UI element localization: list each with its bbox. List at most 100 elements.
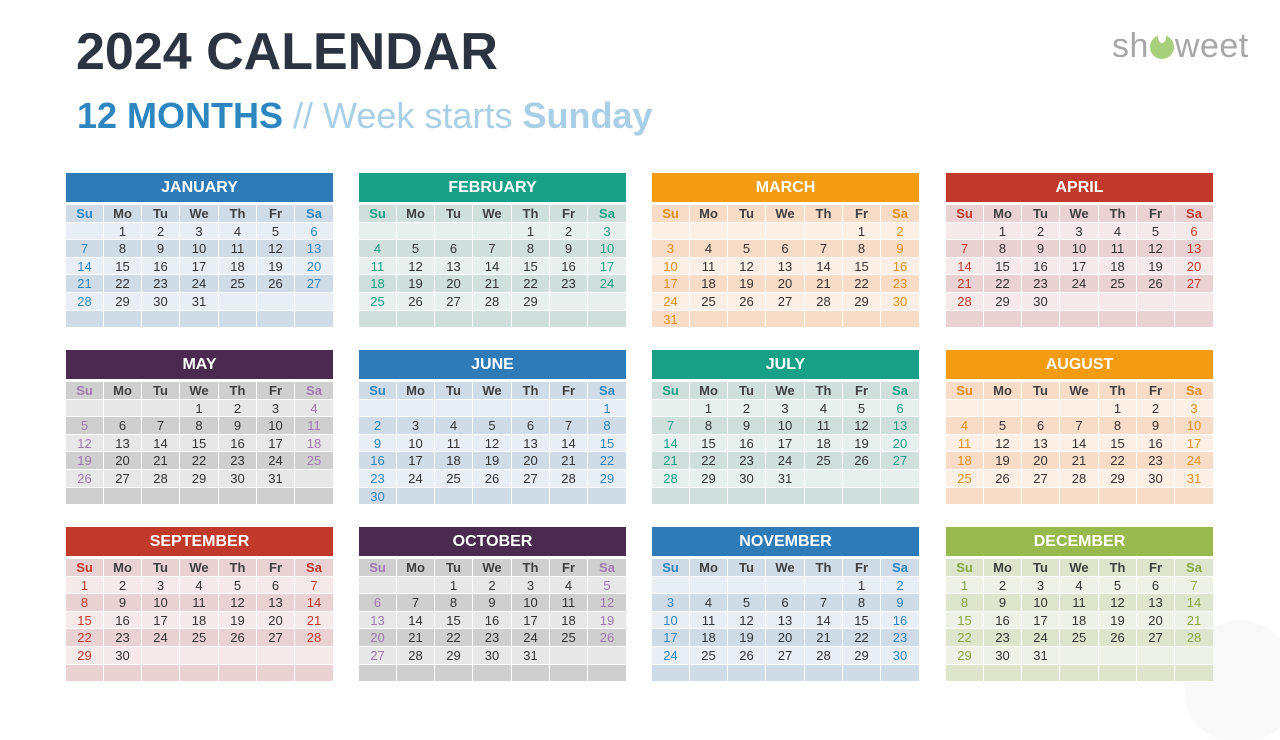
weekday-header: Fr: [1137, 205, 1175, 223]
empty-cell: [946, 664, 984, 683]
month-august: AUGUST Su Mo Tu We Th Fr Sa 1 2 3 4 5 6 7 8 9 10 11 12 13 14 1…: [946, 350, 1213, 506]
empty-cell: [805, 576, 843, 595]
day-cell: 7: [1060, 417, 1099, 435]
day-cell: 28: [295, 629, 333, 647]
weekday-header: Th: [219, 205, 257, 223]
day-cell: 23: [219, 452, 257, 470]
weekday-header: Su: [66, 559, 104, 577]
day-cell: 19: [588, 611, 626, 630]
day-cell: 5: [588, 576, 626, 595]
day-cell: 17: [588, 257, 626, 276]
empty-cell: [512, 310, 550, 329]
empty-cell: [1060, 399, 1099, 418]
month-header: JANUARY: [66, 173, 333, 202]
weekday-header: Th: [512, 205, 550, 223]
weekday-header: Tu: [728, 205, 766, 223]
day-cell: 12: [728, 611, 766, 630]
month-header: OCTOBER: [359, 527, 626, 556]
day-cell: 28: [652, 469, 690, 488]
day-cell: 2: [473, 576, 512, 595]
day-cell: 7: [473, 240, 512, 258]
empty-cell: [66, 310, 104, 329]
empty-cell: [1060, 292, 1099, 311]
empty-cell: [512, 399, 550, 418]
day-cell: 5: [1099, 576, 1137, 595]
day-cell: 18: [690, 275, 728, 293]
day-cell: 21: [1175, 611, 1213, 630]
weekday-header: Tu: [1022, 559, 1060, 577]
day-cell: 18: [359, 275, 397, 293]
day-cell: 8: [104, 240, 142, 258]
day-cell: 29: [104, 292, 142, 311]
empty-cell: [728, 222, 766, 241]
empty-cell: [180, 487, 219, 506]
day-cell: 8: [843, 240, 881, 258]
day-cell: 15: [180, 434, 219, 453]
day-cell: 29: [180, 469, 219, 488]
day-cell: 16: [104, 611, 142, 630]
day-cell: 25: [180, 629, 219, 647]
month-may: MAY Su Mo Tu We Th Fr Sa 1 2 3 4 5 6 7 8 9 10 11 12 13 14 15 16…: [66, 350, 333, 506]
day-cell: 27: [1022, 469, 1060, 488]
empty-cell: [766, 576, 805, 595]
day-cell: 23: [984, 629, 1022, 647]
weekday-header: Su: [652, 559, 690, 577]
day-cell: 1: [66, 576, 104, 595]
day-cell: 27: [766, 292, 805, 311]
day-cell: 7: [1175, 576, 1213, 595]
empty-cell: [142, 664, 180, 683]
day-cell: 21: [295, 611, 333, 630]
day-cell: 10: [180, 240, 219, 258]
weekday-header: We: [766, 559, 805, 577]
day-cell: 30: [881, 292, 919, 311]
empty-cell: [473, 310, 512, 329]
empty-cell: [104, 664, 142, 683]
day-cell: 19: [984, 452, 1022, 470]
day-cell: 17: [397, 452, 435, 470]
empty-cell: [805, 664, 843, 683]
day-cell: 20: [257, 611, 295, 630]
day-cell: 16: [1137, 434, 1175, 453]
day-cell: 11: [180, 594, 219, 612]
day-cell: 7: [142, 417, 180, 435]
day-cell: 29: [588, 469, 626, 488]
day-cell: 17: [257, 434, 295, 453]
empty-cell: [984, 487, 1022, 506]
empty-cell: [881, 487, 919, 506]
day-cell: 12: [257, 240, 295, 258]
showeet-logo: sh weet: [1112, 26, 1249, 66]
weekday-header: Mo: [984, 559, 1022, 577]
day-cell: 5: [728, 240, 766, 258]
empty-cell: [1137, 487, 1175, 506]
weekday-header: Su: [66, 382, 104, 400]
weekday-header: Su: [946, 205, 984, 223]
day-cell: 21: [652, 452, 690, 470]
day-cell: 6: [881, 399, 919, 418]
day-cell: 11: [946, 434, 984, 453]
day-cell: 12: [984, 434, 1022, 453]
day-cell: 5: [66, 417, 104, 435]
month-days-grid: Su Mo Tu We Th Fr Sa 1 2 3 4 5 6 7 8 9 10 11 12 13 14 15 16 17 1…: [652, 559, 919, 683]
day-cell: 22: [1099, 452, 1137, 470]
empty-cell: [435, 222, 473, 241]
day-cell: 9: [1022, 240, 1060, 258]
weekday-header: We: [473, 382, 512, 400]
weekday-header: Tu: [435, 559, 473, 577]
day-cell: 24: [652, 292, 690, 311]
empty-cell: [1099, 310, 1137, 329]
empty-cell: [257, 487, 295, 506]
day-cell: 5: [397, 240, 435, 258]
day-cell: 16: [550, 257, 588, 276]
logo-text-left: sh: [1112, 27, 1149, 65]
weekday-header: Th: [219, 559, 257, 577]
empty-cell: [881, 664, 919, 683]
day-cell: 2: [1022, 222, 1060, 241]
day-cell: 2: [219, 399, 257, 418]
day-cell: 20: [1175, 257, 1213, 276]
weekday-header: We: [180, 559, 219, 577]
day-cell: 20: [435, 275, 473, 293]
day-cell: 8: [180, 417, 219, 435]
day-cell: 31: [652, 310, 690, 329]
day-cell: 26: [728, 646, 766, 665]
empty-cell: [295, 646, 333, 665]
